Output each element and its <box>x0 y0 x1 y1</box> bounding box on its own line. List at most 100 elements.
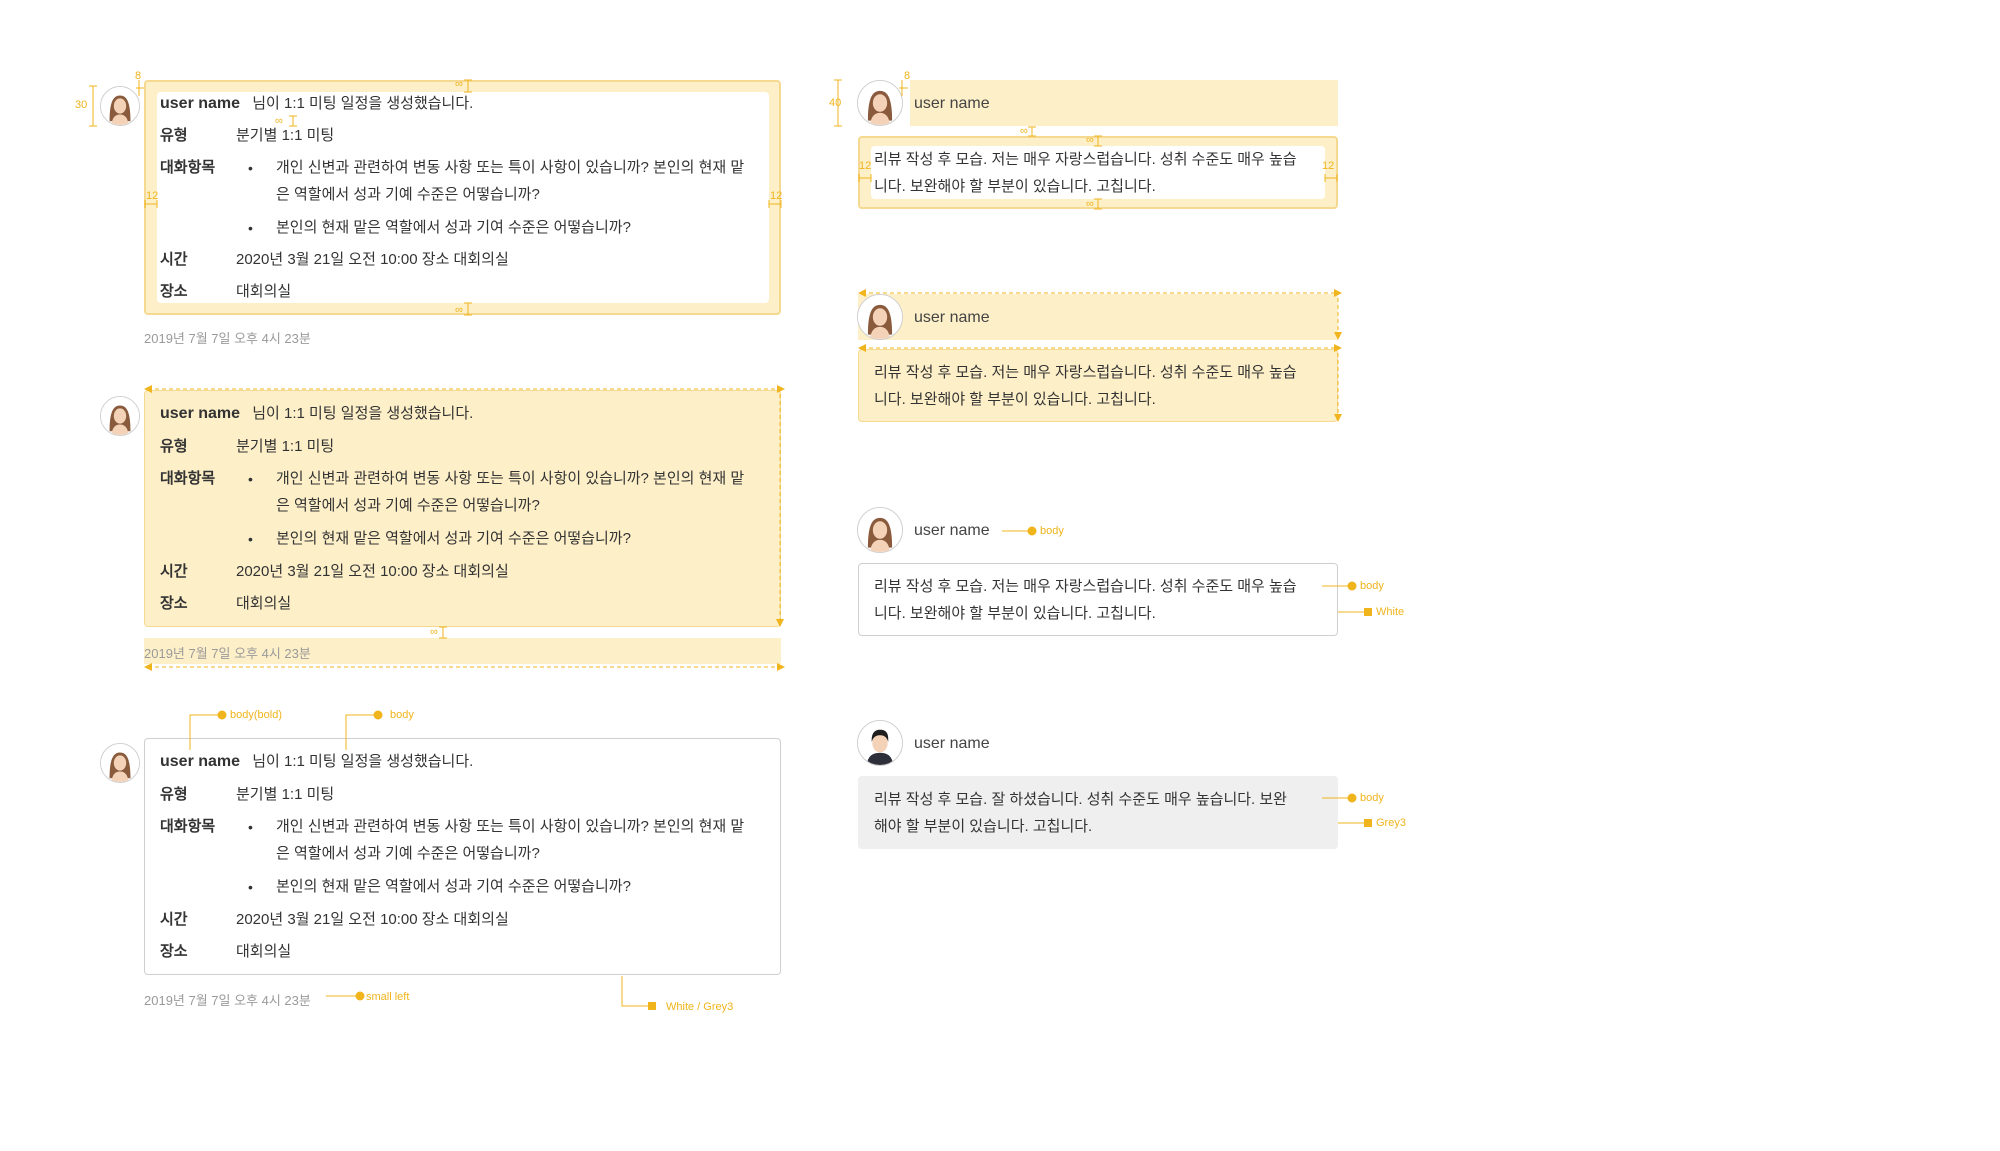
type-label: 유형 <box>160 786 188 803</box>
woman-avatar-icon <box>858 295 902 339</box>
header-row: user name 님이 1:1 미팅 일정을 생성했습니다. <box>160 404 473 424</box>
dim-label-inf: ∞ <box>1086 198 1094 210</box>
place-label: 장소 <box>160 595 188 612</box>
topic-1-line-1: 개인 신변과 관련하여 변동 사항 또는 특이 사항이 있습니까? 본인의 현재… <box>276 470 745 487</box>
user-name[interactable]: user name <box>914 309 990 327</box>
place-value: 대회의실 <box>236 943 292 960</box>
user-name[interactable]: user name <box>914 735 990 753</box>
review-text-line-1: 리뷰 작성 후 모습. 저는 매우 자랑스럽습니다. 성취 수준도 매우 높습 <box>874 151 1297 168</box>
review-text: 리뷰 작성 후 모습. 저는 매우 자랑스럽습니다. 성취 수준도 매우 높습 … <box>874 146 1297 200</box>
place-value: 대회의실 <box>236 595 292 612</box>
woman-avatar-icon <box>858 508 902 552</box>
woman-avatar-icon <box>101 87 139 125</box>
user-name[interactable]: user name <box>914 522 990 540</box>
avatar <box>857 294 903 340</box>
review-text-line-2: 니다. 보완해야 할 부분이 있습니다. 고칩니다. <box>874 178 1156 195</box>
review-text-line-1: 리뷰 작성 후 모습. 잘 하셨습니다. 성취 수준도 매우 높습니다. 보완 <box>874 791 1287 808</box>
dim-label-inf: ∞ <box>1086 134 1094 146</box>
review-text-line-2: 니다. 보완해야 할 부분이 있습니다. 고칩니다. <box>874 605 1156 622</box>
dim-label-30: 30 <box>75 99 88 111</box>
topic-2: 본인의 현재 맡은 역할에서 성과 기여 수준은 어떻습니까? <box>276 219 631 236</box>
annotation-body: body <box>1040 525 1064 537</box>
time-label: 시간 <box>160 251 188 268</box>
place-value: 대회의실 <box>236 283 292 300</box>
woman-avatar-icon <box>858 81 902 125</box>
bullet-icon: • <box>248 471 253 487</box>
dim-label-inf: ∞ <box>455 304 463 316</box>
topic-1-line-2: 은 역할에서 성과 기예 수준은 어떻습니까? <box>276 845 540 862</box>
timestamp: 2019년 7월 7일 오후 4시 23분 <box>144 331 311 346</box>
topics-label: 대화항목 <box>160 470 216 487</box>
bullet-icon: • <box>248 879 253 895</box>
annotation-white-grey3: White / Grey3 <box>666 1001 734 1013</box>
bullet-icon: • <box>248 531 253 547</box>
user-name[interactable]: user name <box>160 753 240 770</box>
topic-1-line-1: 개인 신변과 관련하여 변동 사항 또는 특이 사항이 있습니까? 본인의 현재… <box>276 818 745 835</box>
topic-1-line-2: 은 역할에서 성과 기예 수준은 어떻습니까? <box>276 186 540 203</box>
review-text-line-1: 리뷰 작성 후 모습. 저는 매우 자랑스럽습니다. 성취 수준도 매우 높습 <box>874 364 1297 381</box>
action-text: 님이 1:1 미팅 일정을 생성했습니다. <box>252 753 474 770</box>
dim-label-inf: ∞ <box>455 78 463 90</box>
dim-label-12: 12 <box>146 190 159 202</box>
topics-label: 대화항목 <box>160 818 216 835</box>
topic-2: 본인의 현재 맡은 역할에서 성과 기여 수준은 어떻습니까? <box>276 530 631 547</box>
annotation-body-bold: body(bold) <box>230 709 282 721</box>
type-label: 유형 <box>160 127 188 144</box>
dim-label-8: 8 <box>904 70 911 82</box>
user-name[interactable]: user name <box>160 405 240 422</box>
type-value: 분기별 1:1 미팅 <box>236 786 335 803</box>
time-label: 시간 <box>160 563 188 580</box>
review-text-line-1: 리뷰 작성 후 모습. 저는 매우 자랑스럽습니다. 성취 수준도 매우 높습 <box>874 578 1297 595</box>
time-value: 2020년 3월 21일 오전 10:00 장소 대회의실 <box>236 911 509 928</box>
avatar <box>100 396 140 436</box>
avatar <box>100 743 140 783</box>
topic-2: 본인의 현재 맡은 역할에서 성과 기여 수준은 어떻습니까? <box>276 878 631 895</box>
type-label: 유형 <box>160 438 188 455</box>
avatar <box>857 80 903 126</box>
type-value: 분기별 1:1 미팅 <box>236 127 335 144</box>
topic-1-line-2: 은 역할에서 성과 기예 수준은 어떻습니까? <box>276 497 540 514</box>
dim-label-inf: ∞ <box>1020 125 1028 137</box>
dim-label-12: 12 <box>1322 160 1335 172</box>
user-name[interactable]: user name <box>914 95 990 113</box>
annotation-grey3: Grey3 <box>1376 817 1406 829</box>
bullet-icon: • <box>248 220 253 236</box>
action-text: 님이 1:1 미팅 일정을 생성했습니다. <box>252 405 474 422</box>
bullet-icon: • <box>248 160 253 176</box>
man-avatar-icon <box>858 721 902 765</box>
woman-avatar-icon <box>101 744 139 782</box>
annotation-body: body <box>1360 580 1384 592</box>
woman-avatar-icon <box>101 397 139 435</box>
annotation-white: White <box>1376 606 1405 618</box>
review-text: 리뷰 작성 후 모습. 저는 매우 자랑스럽습니다. 성취 수준도 매우 높습 … <box>874 359 1297 413</box>
annotation-body: body <box>390 709 414 721</box>
dim-label-inf: ∞ <box>430 626 438 638</box>
time-value: 2020년 3월 21일 오전 10:00 장소 대회의실 <box>236 563 509 580</box>
timestamp: 2019년 7월 7일 오후 4시 23분 <box>144 646 311 661</box>
action-text: 님이 1:1 미팅 일정을 생성했습니다. <box>252 95 474 112</box>
topic-1-line-1: 개인 신변과 관련하여 변동 사항 또는 특이 사항이 있습니까? 본인의 현재… <box>276 159 745 176</box>
header-row: user name 님이 1:1 미팅 일정을 생성했습니다. <box>160 94 473 114</box>
review-text: 리뷰 작성 후 모습. 잘 하셨습니다. 성취 수준도 매우 높습니다. 보완 … <box>874 786 1287 840</box>
bullet-icon: • <box>248 819 253 835</box>
avatar <box>857 720 903 766</box>
review-text: 리뷰 작성 후 모습. 저는 매우 자랑스럽습니다. 성취 수준도 매우 높습 … <box>874 573 1297 627</box>
topics-label: 대화항목 <box>160 159 216 176</box>
user-name[interactable]: user name <box>160 95 240 112</box>
header-row: user name 님이 1:1 미팅 일정을 생성했습니다. <box>160 752 473 772</box>
dim-label-12: 12 <box>859 160 872 172</box>
review-text-line-2: 니다. 보완해야 할 부분이 있습니다. 고칩니다. <box>874 391 1156 408</box>
dim-label-12: 12 <box>770 190 783 202</box>
dim-label-8: 8 <box>135 70 142 82</box>
avatar <box>857 507 903 553</box>
annotation-small-left: small left <box>366 991 410 1003</box>
avatar <box>100 86 140 126</box>
place-label: 장소 <box>160 283 188 300</box>
timestamp: 2019년 7월 7일 오후 4시 23분 <box>144 993 311 1008</box>
dim-label-40: 40 <box>829 97 842 109</box>
place-label: 장소 <box>160 943 188 960</box>
type-value: 분기별 1:1 미팅 <box>236 438 335 455</box>
review-text-line-2: 해야 할 부분이 있습니다. 고칩니다. <box>874 818 1093 835</box>
annotation-body: body <box>1360 792 1384 804</box>
time-value: 2020년 3월 21일 오전 10:00 장소 대회의실 <box>236 251 509 268</box>
